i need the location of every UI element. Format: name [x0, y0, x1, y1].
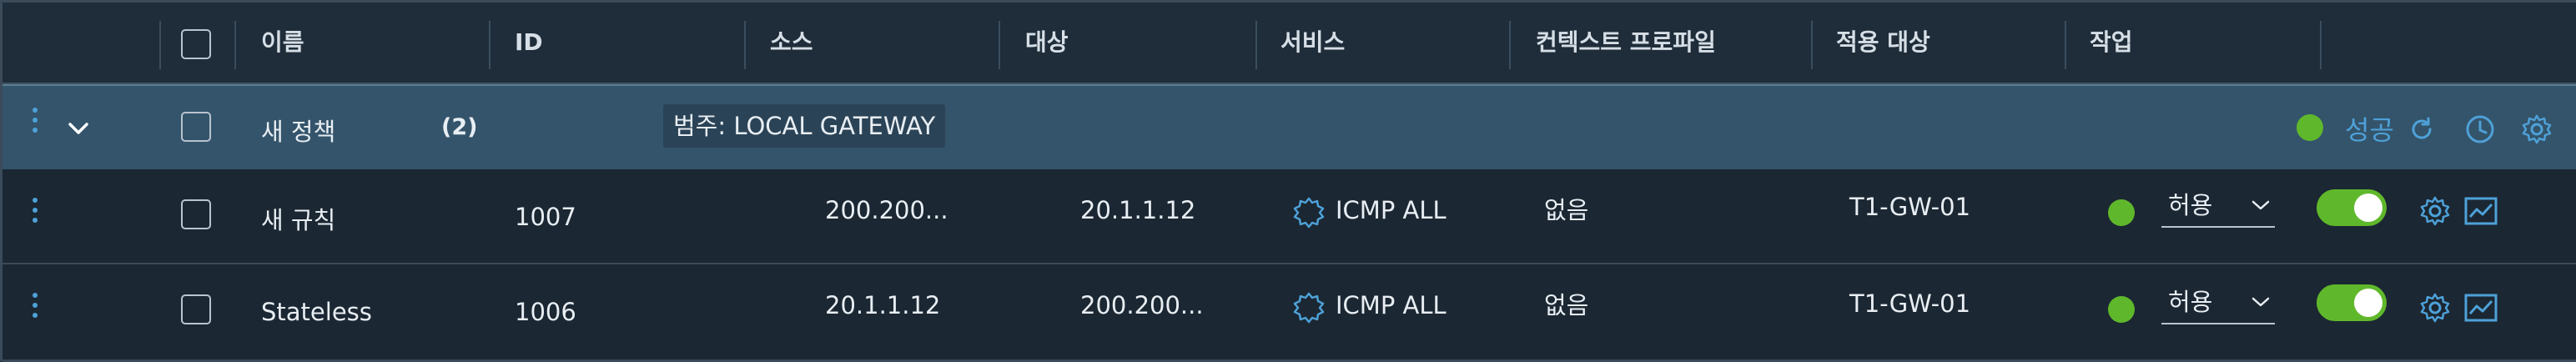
- column-divider: [1255, 21, 1257, 69]
- rule-applied-to[interactable]: T1-GW-01: [1849, 193, 1970, 221]
- rule-context-profile[interactable]: 없음: [1544, 191, 1588, 226]
- column-divider: [2065, 21, 2066, 69]
- rule-row[interactable]: 새 규칙 1007 200.200... 20.1.1.12 ICMP ALL …: [3, 169, 2576, 264]
- rule-checkbox[interactable]: [181, 199, 211, 229]
- column-header-context-profile[interactable]: 컨텍스트 프로파일: [1536, 3, 1716, 83]
- drag-handle-icon[interactable]: [31, 289, 39, 331]
- rule-checkbox[interactable]: [181, 294, 211, 324]
- rule-id: 1006: [515, 298, 576, 326]
- firewall-rules-grid: 이름 ID 소스 대상 서비스 컨텍스트 프로파일 적용 대상 작업 새 정책 …: [0, 0, 2576, 362]
- grid-header: 이름 ID 소스 대상 서비스 컨텍스트 프로파일 적용 대상 작업: [3, 3, 2576, 84]
- gear-icon[interactable]: [2520, 113, 2553, 146]
- gear-icon[interactable]: [2418, 291, 2452, 324]
- action-value: 허용: [2168, 191, 2213, 219]
- rule-source[interactable]: 20.1.1.12: [825, 291, 940, 319]
- rule-source[interactable]: 200.200...: [825, 196, 948, 224]
- rule-destination[interactable]: 200.200...: [1080, 291, 1204, 319]
- rule-row[interactable]: Stateless 1006 20.1.1.12 200.200... ICMP…: [3, 264, 2576, 362]
- rule-status-dot: [2108, 296, 2135, 323]
- column-divider: [1811, 21, 1813, 69]
- column-header-source[interactable]: 소스: [770, 3, 813, 83]
- column-header-applied-to[interactable]: 적용 대상: [1836, 3, 1930, 83]
- action-dropdown[interactable]: 허용: [2161, 283, 2275, 324]
- status-success-dot: [2297, 114, 2323, 141]
- rule-name[interactable]: Stateless: [261, 298, 372, 326]
- column-header-destination[interactable]: 대상: [1025, 3, 1069, 83]
- rule-id: 1007: [515, 203, 576, 231]
- policy-name[interactable]: 새 정책: [261, 113, 335, 148]
- policy-status-text: 성공: [2345, 114, 2394, 146]
- rule-name[interactable]: 새 규칙: [261, 201, 335, 236]
- column-header-id[interactable]: ID: [515, 3, 543, 83]
- action-dropdown[interactable]: 허용: [2161, 186, 2275, 228]
- policy-checkbox[interactable]: [181, 112, 211, 142]
- column-divider: [1509, 21, 1511, 69]
- column-divider: [489, 21, 491, 69]
- column-divider: [2320, 21, 2322, 69]
- column-header-services[interactable]: 서비스: [1280, 3, 1345, 83]
- rule-enable-toggle[interactable]: [2317, 284, 2387, 321]
- column-divider: [159, 21, 161, 69]
- column-divider: [999, 21, 1000, 69]
- clock-icon[interactable]: [2463, 113, 2497, 146]
- stats-chart-icon[interactable]: [2463, 293, 2498, 323]
- drag-handle-icon[interactable]: [31, 194, 39, 236]
- column-divider: [234, 21, 236, 69]
- refresh-icon[interactable]: [2407, 114, 2437, 144]
- service-gear-icon: [1293, 292, 1325, 324]
- rule-status-dot: [2108, 199, 2135, 226]
- column-header-action[interactable]: 작업: [2090, 3, 2133, 83]
- policy-rule-count: (2): [441, 114, 478, 140]
- gear-icon[interactable]: [2418, 194, 2452, 228]
- select-all-checkbox[interactable]: [181, 29, 211, 59]
- policy-category-label: 범주: LOCAL GATEWAY: [663, 104, 946, 148]
- rule-applied-to[interactable]: T1-GW-01: [1849, 289, 1970, 318]
- rule-enable-toggle[interactable]: [2317, 189, 2387, 226]
- rule-service[interactable]: ICMP ALL: [1336, 196, 1446, 224]
- column-header-name[interactable]: 이름: [261, 3, 304, 83]
- chevron-down-icon[interactable]: [66, 116, 91, 141]
- policy-row[interactable]: 새 정책 (2) 범주: LOCAL GATEWAY 성공: [3, 84, 2576, 171]
- service-gear-icon: [1293, 197, 1325, 229]
- action-value: 허용: [2168, 288, 2213, 316]
- chevron-down-icon: [2251, 297, 2270, 307]
- stats-chart-icon[interactable]: [2463, 196, 2498, 226]
- rule-destination[interactable]: 20.1.1.12: [1080, 196, 1195, 224]
- drag-handle-icon[interactable]: [31, 104, 39, 146]
- column-divider: [744, 21, 746, 69]
- rule-context-profile[interactable]: 없음: [1544, 286, 1588, 321]
- rule-service[interactable]: ICMP ALL: [1336, 291, 1446, 319]
- chevron-down-icon: [2251, 200, 2270, 210]
